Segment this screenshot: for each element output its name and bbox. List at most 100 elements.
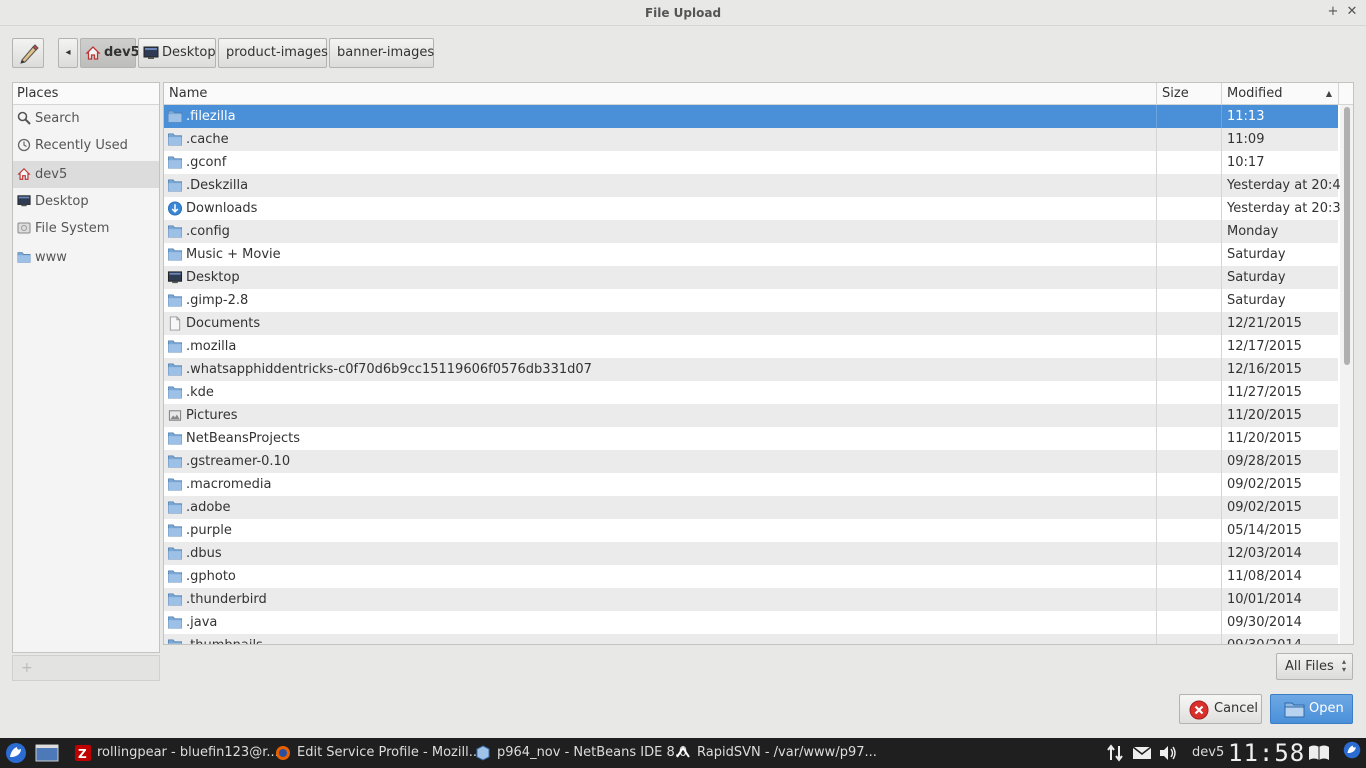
file-row[interactable]: .gphoto 11/08/2014	[164, 565, 1338, 588]
file-row[interactable]: Pictures 11/20/2015	[164, 404, 1338, 427]
file-row[interactable]: Documents 12/21/2015	[164, 312, 1338, 335]
place-recently-used[interactable]: Recently Used	[13, 132, 159, 159]
place-search[interactable]: Search	[13, 105, 159, 132]
desktop-icon	[167, 271, 183, 284]
column-modified[interactable]: Modified ▲	[1222, 83, 1339, 104]
file-size	[1156, 473, 1221, 496]
place-desktop[interactable]: Desktop	[13, 188, 159, 215]
file-name: .thumbnails	[186, 634, 263, 644]
place-label: dev5	[35, 167, 68, 182]
xfce-menu-icon[interactable]	[5, 742, 27, 764]
window-title: File Upload	[644, 6, 722, 20]
folder-icon	[168, 501, 182, 514]
file-name: Music + Movie	[186, 247, 281, 262]
book-icon[interactable]	[1308, 744, 1330, 762]
file-modified: 12/21/2015	[1221, 312, 1338, 335]
add-bookmark-button[interactable]: +	[12, 655, 160, 681]
path-back-button[interactable]: ◂	[58, 38, 78, 68]
file-name: .Deskzilla	[186, 178, 249, 193]
mail-icon[interactable]	[1132, 744, 1152, 762]
file-row[interactable]: .cache 11:09	[164, 128, 1338, 151]
file-row[interactable]: .adobe 09/02/2015	[164, 496, 1338, 519]
file-type-filter[interactable]: All Files ▴ ▾	[1276, 653, 1353, 680]
show-desktop-icon[interactable]	[35, 744, 59, 762]
cancel-button[interactable]: Cancel	[1179, 694, 1262, 724]
crumb-dev5[interactable]: dev5	[80, 38, 140, 68]
file-row[interactable]: .mozilla 12/17/2015	[164, 335, 1338, 358]
file-row[interactable]: .dbus 12/03/2014	[164, 542, 1338, 565]
folder-icon	[168, 133, 182, 146]
task-label: p964_nov - NetBeans IDE 8.0	[497, 745, 688, 760]
file-row[interactable]: .java 09/30/2014	[164, 611, 1338, 634]
file-name: .thunderbird	[186, 592, 267, 607]
file-modified: 12/16/2015	[1221, 358, 1338, 381]
file-size	[1156, 542, 1221, 565]
folder-icon	[168, 570, 182, 583]
file-modified: 09/30/2014	[1221, 611, 1338, 634]
volume-icon[interactable]	[1158, 744, 1178, 762]
file-row[interactable]: Music + Movie Saturday	[164, 243, 1338, 266]
file-row[interactable]: .thunderbird 10/01/2014	[164, 588, 1338, 611]
file-row[interactable]: Desktop Saturday	[164, 266, 1338, 289]
place-www[interactable]: www	[13, 244, 159, 271]
file-modified: 11/08/2014	[1221, 565, 1338, 588]
file-row[interactable]: .thumbnails 09/30/2014	[164, 634, 1338, 644]
file-size	[1156, 404, 1221, 427]
file-row[interactable]: .purple 05/14/2015	[164, 519, 1338, 542]
network-icon[interactable]	[1106, 744, 1124, 762]
place-label: Desktop	[35, 194, 89, 209]
close-icon[interactable]: ✕	[1344, 4, 1360, 20]
pin-icon[interactable]: +	[1325, 4, 1341, 20]
sort-ascending-icon: ▲	[1325, 89, 1332, 98]
file-name: .kde	[186, 385, 214, 400]
file-size	[1156, 105, 1221, 128]
place-file-system[interactable]: File System	[13, 215, 159, 242]
place-dev5[interactable]: dev5	[13, 161, 159, 188]
path-bar: ◂ dev5 Desktop product-images banner-ima…	[0, 36, 1366, 70]
task-rapidsvn[interactable]: RapidSVN - /var/www/p97...	[675, 738, 877, 768]
file-size	[1156, 151, 1221, 174]
file-row[interactable]: .macromedia 09/02/2015	[164, 473, 1338, 496]
file-name: .gconf	[186, 155, 227, 170]
task-filezilla[interactable]: Z rollingpear - bluefin123@r...	[75, 738, 279, 768]
clock-icon	[17, 138, 31, 152]
file-name: .adobe	[186, 500, 231, 515]
file-row[interactable]: .Deskzilla Yesterday at 20:44	[164, 174, 1349, 197]
file-row[interactable]: .gstreamer-0.10 09/28/2015	[164, 450, 1338, 473]
netbeans-icon	[476, 745, 490, 761]
crumb-desktop[interactable]: Desktop	[138, 38, 216, 68]
drive-icon	[17, 222, 31, 234]
task-netbeans[interactable]: p964_nov - NetBeans IDE 8.0	[475, 738, 687, 768]
folder-icon	[168, 294, 182, 307]
file-row[interactable]: .filezilla 11:13	[164, 105, 1338, 128]
file-row[interactable]: .gconf 10:17	[164, 151, 1338, 174]
places-header: Places	[13, 83, 159, 105]
file-row[interactable]: .whatsapphiddentricks-c0f70d6b9cc1511960…	[164, 358, 1338, 381]
file-name: .gphoto	[186, 569, 236, 584]
xfce-logo-icon[interactable]	[1340, 741, 1364, 759]
clock[interactable]: 11:58	[1228, 738, 1304, 768]
vertical-scrollbar[interactable]	[1340, 105, 1353, 644]
folder-icon	[168, 455, 182, 468]
file-name: .mozilla	[186, 339, 237, 354]
file-row[interactable]: .gimp-2.8 Saturday	[164, 289, 1338, 312]
open-button[interactable]: Open	[1270, 694, 1353, 724]
file-row[interactable]: .config Monday	[164, 220, 1338, 243]
folder-icon	[168, 478, 182, 491]
task-label: rollingpear - bluefin123@r...	[97, 745, 279, 760]
file-row[interactable]: Downloads Yesterday at 20:39	[164, 197, 1349, 220]
edit-location-button[interactable]	[12, 38, 44, 68]
crumb-product-images[interactable]: product-images	[218, 38, 328, 68]
column-size[interactable]: Size	[1157, 83, 1222, 104]
folder-icon	[168, 340, 182, 353]
column-name[interactable]: Name	[164, 83, 1157, 104]
file-name: .config	[186, 224, 230, 239]
crumb-banner-images[interactable]: banner-images	[329, 38, 434, 68]
file-row[interactable]: NetBeansProjects 11/20/2015	[164, 427, 1338, 450]
file-name: NetBeansProjects	[186, 431, 300, 446]
task-firefox[interactable]: Edit Service Profile - Mozill...	[275, 738, 481, 768]
file-row[interactable]: .kde 11/27/2015	[164, 381, 1338, 404]
scrollbar-thumb[interactable]	[1344, 107, 1350, 365]
folder-icon	[168, 110, 182, 123]
file-size	[1156, 220, 1221, 243]
